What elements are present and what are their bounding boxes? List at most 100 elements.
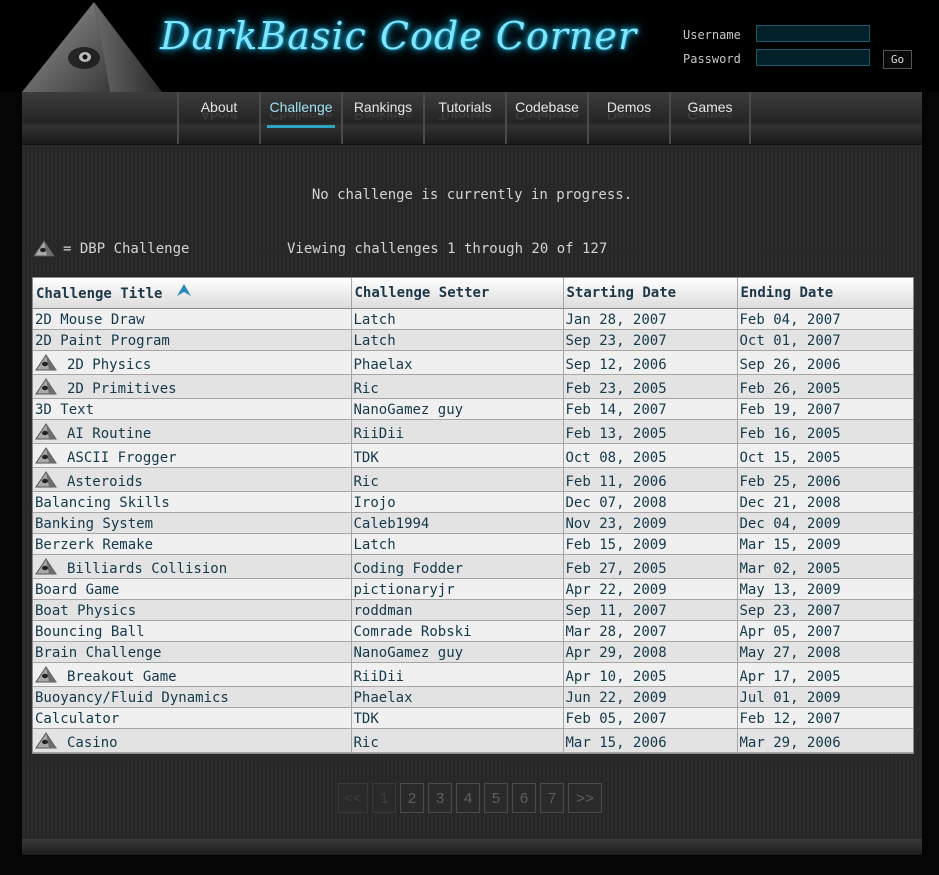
challenge-title-link[interactable]: Boat Physics	[35, 603, 136, 620]
challenge-setter-cell: Latch	[351, 329, 564, 351]
page-button-7[interactable]: 7	[540, 783, 564, 813]
challenge-title-link[interactable]: 2D Mouse Draw	[35, 312, 145, 329]
challenge-title-link[interactable]: Asteroids	[67, 474, 143, 491]
table-header-row: Challenge Title Challenge Setter Startin…	[33, 278, 913, 309]
table-row[interactable]: ASCII Frogger TDK Oct 08, 2005 Oct 15, 2…	[33, 443, 913, 468]
ending-date-cell: Dec 04, 2009	[737, 512, 913, 534]
table-row[interactable]: Banking System Caleb1994 Nov 23, 2009 De…	[33, 512, 913, 534]
challenge-title-cell[interactable]: Berzerk Remake	[33, 533, 352, 555]
page-button-4[interactable]: 4	[456, 783, 480, 813]
nav-item-challenge[interactable]: Challenge Challenge	[259, 92, 341, 144]
table-row[interactable]: 2D Paint Program Latch Sep 23, 2007 Oct …	[33, 329, 913, 351]
column-header-end[interactable]: Ending Date	[737, 278, 913, 309]
challenge-title-link[interactable]: Breakout Game	[67, 669, 177, 686]
username-input[interactable]	[756, 25, 870, 42]
challenge-title-link[interactable]: 2D Paint Program	[35, 333, 170, 350]
challenge-title-link[interactable]: Banking System	[35, 516, 153, 533]
table-row[interactable]: Board Game pictionaryjr Apr 22, 2009 May…	[33, 578, 913, 600]
challenge-title-link[interactable]: Buoyancy/Fluid Dynamics	[35, 690, 229, 707]
challenge-title-cell[interactable]: Board Game	[33, 578, 352, 600]
challenge-title-cell[interactable]: Billiards Collision	[33, 554, 352, 579]
table-row[interactable]: Berzerk Remake Latch Feb 15, 2009 Mar 15…	[33, 533, 913, 555]
challenge-title-link[interactable]: 3D Text	[35, 402, 94, 419]
column-header-setter[interactable]: Challenge Setter	[351, 278, 564, 309]
challenge-title-cell[interactable]: 2D Mouse Draw	[33, 308, 352, 330]
nav-label-reflection: Games	[687, 113, 733, 123]
challenge-setter-cell: Ric	[351, 467, 564, 492]
table-row[interactable]: Buoyancy/Fluid Dynamics Phaelax Jun 22, …	[33, 686, 913, 708]
table-row[interactable]: Bouncing Ball Comrade Robski Mar 28, 200…	[33, 620, 913, 642]
challenge-title-cell[interactable]: Calculator	[33, 707, 352, 729]
table-row[interactable]: 2D Primitives Ric Feb 23, 2005 Feb 26, 2…	[33, 374, 913, 399]
ending-date-cell: Feb 19, 2007	[737, 398, 913, 420]
nav-item-about[interactable]: About About	[177, 92, 259, 144]
table-row[interactable]: Brain Challenge NanoGamez guy Apr 29, 20…	[33, 641, 913, 663]
challenge-title-link[interactable]: 2D Physics	[67, 357, 151, 374]
nav-item-games[interactable]: Games Games	[669, 92, 751, 144]
challenge-title-link[interactable]: 2D Primitives	[67, 381, 177, 398]
table-row[interactable]: Asteroids Ric Feb 11, 2006 Feb 25, 2006	[33, 467, 913, 492]
challenge-title-cell[interactable]: Asteroids	[33, 467, 352, 492]
column-header-start[interactable]: Starting Date	[563, 278, 738, 309]
starting-date-cell: Nov 23, 2009	[563, 512, 738, 534]
nav-item-codebase[interactable]: Codebase Codebase	[505, 92, 587, 144]
challenge-title-link[interactable]: ASCII Frogger	[67, 450, 177, 467]
challenge-title-cell[interactable]: Banking System	[33, 512, 352, 534]
first-page-button: <<	[338, 783, 368, 813]
last-page-button[interactable]: >>	[568, 783, 602, 813]
table-row[interactable]: 2D Mouse Draw Latch Jan 28, 2007 Feb 04,…	[33, 308, 913, 330]
challenge-title-link[interactable]: AI Routine	[67, 426, 151, 443]
dbp-legend: = DBP Challenge	[33, 240, 189, 258]
challenge-title-link[interactable]: Berzerk Remake	[35, 537, 153, 554]
challenge-title-cell[interactable]: 3D Text	[33, 398, 352, 420]
ending-date-cell: May 27, 2008	[737, 641, 913, 663]
table-row[interactable]: Calculator TDK Feb 05, 2007 Feb 12, 2007	[33, 707, 913, 729]
challenge-title-cell[interactable]: 2D Physics	[33, 350, 352, 375]
table-row[interactable]: 3D Text NanoGamez guy Feb 14, 2007 Feb 1…	[33, 398, 913, 420]
challenge-title-cell[interactable]: Bouncing Ball	[33, 620, 352, 642]
challenge-title-cell[interactable]: Breakout Game	[33, 662, 352, 687]
table-row[interactable]: Balancing Skills Irojo Dec 07, 2008 Dec …	[33, 491, 913, 513]
main-content: No challenge is currently in progress. =…	[22, 145, 922, 839]
starting-date-cell: Mar 28, 2007	[563, 620, 738, 642]
column-header-title[interactable]: Challenge Title	[33, 278, 352, 309]
login-go-button[interactable]: Go	[883, 50, 912, 69]
challenge-title-cell[interactable]: Casino	[33, 728, 352, 753]
starting-date-cell: Apr 22, 2009	[563, 578, 738, 600]
challenge-title-cell[interactable]: Balancing Skills	[33, 491, 352, 513]
table-row[interactable]: Boat Physics roddman Sep 11, 2007 Sep 23…	[33, 599, 913, 621]
nav-item-demos[interactable]: Demos Demos	[587, 92, 669, 144]
challenge-setter-cell: RiiDii	[351, 662, 564, 687]
challenge-title-cell[interactable]: AI Routine	[33, 419, 352, 444]
page-button-3[interactable]: 3	[428, 783, 452, 813]
challenge-title-link[interactable]: Bouncing Ball	[35, 624, 145, 641]
table-row[interactable]: Breakout Game RiiDii Apr 10, 2005 Apr 17…	[33, 662, 913, 687]
password-input[interactable]	[756, 49, 870, 66]
challenge-title-link[interactable]: Brain Challenge	[35, 645, 161, 662]
nav-item-rankings[interactable]: Rankings Rankings	[341, 92, 423, 144]
challenge-title-cell[interactable]: ASCII Frogger	[33, 443, 352, 468]
page-button-6[interactable]: 6	[512, 783, 536, 813]
challenge-title-cell[interactable]: 2D Paint Program	[33, 329, 352, 351]
ending-date-cell: Apr 17, 2005	[737, 662, 913, 687]
challenge-setter-cell: NanoGamez guy	[351, 398, 564, 420]
page-button-5[interactable]: 5	[484, 783, 508, 813]
challenge-setter-cell: roddman	[351, 599, 564, 621]
challenge-title-cell[interactable]: Buoyancy/Fluid Dynamics	[33, 686, 352, 708]
challenge-setter-cell: pictionaryjr	[351, 578, 564, 600]
challenge-title-cell[interactable]: 2D Primitives	[33, 374, 352, 399]
ending-date-cell: Feb 25, 2006	[737, 467, 913, 492]
table-row[interactable]: Billiards Collision Coding Fodder Feb 27…	[33, 554, 913, 579]
challenge-title-link[interactable]: Balancing Skills	[35, 495, 170, 512]
challenge-title-link[interactable]: Calculator	[35, 711, 119, 728]
challenge-title-link[interactable]: Board Game	[35, 582, 119, 599]
table-row[interactable]: Casino Ric Mar 15, 2006 Mar 29, 2006	[33, 728, 913, 753]
nav-item-tutorials[interactable]: Tutorials Tutorials	[423, 92, 505, 144]
challenge-title-link[interactable]: Casino	[67, 735, 118, 752]
challenge-title-cell[interactable]: Boat Physics	[33, 599, 352, 621]
table-row[interactable]: AI Routine RiiDii Feb 13, 2005 Feb 16, 2…	[33, 419, 913, 444]
challenge-title-cell[interactable]: Brain Challenge	[33, 641, 352, 663]
challenge-title-link[interactable]: Billiards Collision	[67, 561, 227, 578]
table-row[interactable]: 2D Physics Phaelax Sep 12, 2006 Sep 26, …	[33, 350, 913, 375]
page-button-2[interactable]: 2	[400, 783, 424, 813]
